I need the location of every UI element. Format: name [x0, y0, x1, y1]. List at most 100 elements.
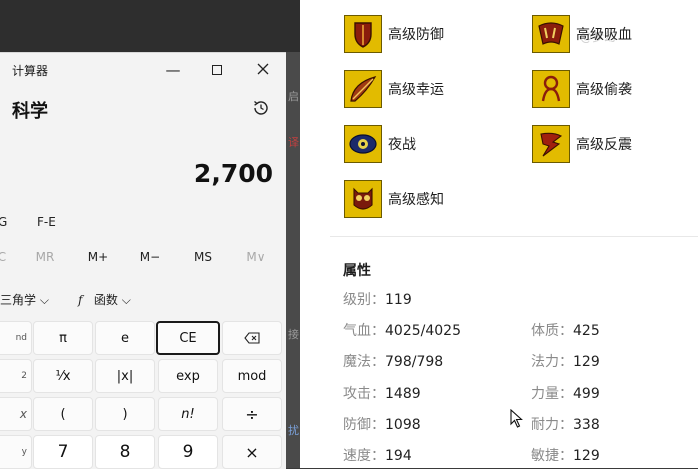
skill-label: 夜战 [388, 137, 416, 153]
key-9[interactable]: 9 [158, 435, 218, 469]
skill-item[interactable]: 夜战 [344, 124, 416, 164]
attribute-key: 敏捷 [531, 448, 559, 464]
attribute-value: 338 [573, 417, 600, 433]
key-absolute[interactable]: |x| [95, 359, 155, 393]
attribute-key: 气血 [343, 323, 371, 339]
attribute-value: 425 [573, 323, 600, 339]
attribute-value: 129 [573, 354, 600, 370]
format-button[interactable]: G [0, 215, 7, 229]
key-divide[interactable]: ÷ [222, 397, 282, 431]
key-square[interactable]: 2 [0, 359, 32, 393]
key-clear-entry[interactable]: CE [156, 321, 220, 355]
lightning-icon [532, 125, 570, 163]
maximize-icon [212, 65, 222, 75]
skill-label: 高级偷袭 [576, 82, 632, 98]
skill-label: 高级吸血 [576, 27, 632, 43]
owl-icon [344, 180, 382, 218]
backspace-icon [244, 332, 260, 344]
minimize-button[interactable]: — [158, 59, 188, 81]
maximize-button[interactable] [202, 59, 232, 81]
key-exp[interactable]: exp [158, 359, 218, 393]
attribute-row: 魔法：798/798 [343, 354, 444, 370]
skill-label: 高级防御 [388, 27, 444, 43]
attribute-key: 攻击 [343, 386, 371, 402]
attribute-row: 防御：1098 [343, 417, 421, 433]
attribute-row: 力量：499 [531, 386, 600, 402]
background-text: 译 [288, 136, 299, 149]
key-pi[interactable]: π [33, 321, 93, 355]
attribute-value: 499 [573, 386, 600, 402]
calculator-mode-title: 科学 [12, 101, 48, 122]
shield-icon [344, 15, 382, 53]
attribute-key: 魔法 [343, 354, 371, 370]
attribute-key: 速度 [343, 448, 371, 464]
memory-list-button[interactable]: M∨ [236, 250, 276, 264]
attribute-row: 敏捷：129 [531, 448, 600, 464]
window-title: 计算器 [12, 64, 49, 78]
attribute-row: 法力：129 [531, 354, 600, 370]
key-root[interactable]: x [0, 397, 32, 431]
skill-label: 高级感知 [388, 192, 444, 208]
feather-icon [344, 70, 382, 108]
skill-item[interactable]: 高级反震 [532, 124, 632, 164]
attribute-row: 耐力：338 [531, 417, 600, 433]
memory-add-button[interactable]: M+ [78, 250, 118, 264]
key-second[interactable]: nd [0, 321, 32, 355]
memory-subtract-button[interactable]: M− [130, 250, 170, 264]
skill-item[interactable]: 高级幸运 [344, 69, 444, 109]
attribute-row: 体质：425 [531, 323, 600, 339]
background-text: 接 [288, 328, 299, 341]
skill-label: 高级反震 [576, 137, 632, 153]
calculator-titlebar[interactable]: 计算器 — [0, 53, 286, 87]
figure-icon [532, 70, 570, 108]
attribute-value: 129 [573, 448, 600, 464]
attribute-value: 1489 [385, 386, 421, 402]
skill-item[interactable]: 高级偷袭 [532, 69, 632, 109]
attribute-key: 级别 [343, 292, 371, 308]
key-close-paren[interactable]: ) [95, 397, 155, 431]
key-open-paren[interactable]: ( [33, 397, 93, 431]
skill-label: 高级幸运 [388, 82, 444, 98]
key-7[interactable]: 7 [33, 435, 93, 469]
function-icon: f [78, 293, 83, 307]
close-button[interactable] [248, 59, 278, 81]
background-edge [286, 52, 300, 468]
key-factorial[interactable]: n! [158, 397, 218, 431]
attribute-row: 气血：4025/4025 [343, 323, 461, 339]
function-dropdown[interactable]: f 函数 ⌵ [78, 291, 131, 308]
key-backspace[interactable] [222, 321, 282, 355]
history-button[interactable] [252, 99, 272, 119]
trig-dropdown[interactable]: 三角学 ⌵ [0, 291, 49, 308]
chevron-down-icon: ⌵ [39, 293, 49, 307]
attribute-row: 级别：119 [343, 292, 412, 308]
skill-item[interactable]: 高级感知 [344, 179, 444, 219]
key-mod[interactable]: mod [222, 359, 282, 393]
key-8[interactable]: 8 [95, 435, 155, 469]
memory-clear-button[interactable]: C [0, 250, 22, 264]
function-label: 函数 [93, 293, 118, 307]
close-icon [257, 63, 269, 75]
history-icon [254, 101, 268, 115]
memory-recall-button[interactable]: MR [25, 250, 65, 264]
attribute-row: 速度：194 [343, 448, 412, 464]
skill-item[interactable]: 高级防御 [344, 14, 444, 54]
key-reciprocal[interactable]: ¹⁄x [33, 359, 93, 393]
display-value: 2,700 [193, 159, 273, 188]
eye-icon [344, 125, 382, 163]
attribute-value: 4025/4025 [385, 323, 461, 339]
attribute-key: 耐力 [531, 417, 559, 433]
calculator-window: 计算器 — 科学 2,700 G F-E C MR M+ M− MS M∨ 三角… [0, 52, 286, 469]
skill-item[interactable]: 高级吸血 [532, 14, 632, 54]
key-multiply[interactable]: × [222, 435, 282, 469]
fang-icon [532, 15, 570, 53]
key-power[interactable]: y [0, 435, 32, 469]
attribute-value: 798/798 [385, 354, 444, 370]
attributes-title: 属性 [343, 263, 371, 279]
attribute-key: 防御 [343, 417, 371, 433]
memory-store-button[interactable]: MS [183, 250, 223, 264]
attribute-key: 体质 [531, 323, 559, 339]
attribute-value: 1098 [385, 417, 421, 433]
fe-button[interactable]: F-E [37, 215, 56, 229]
attribute-value: 119 [385, 292, 412, 308]
key-e[interactable]: e [95, 321, 155, 355]
